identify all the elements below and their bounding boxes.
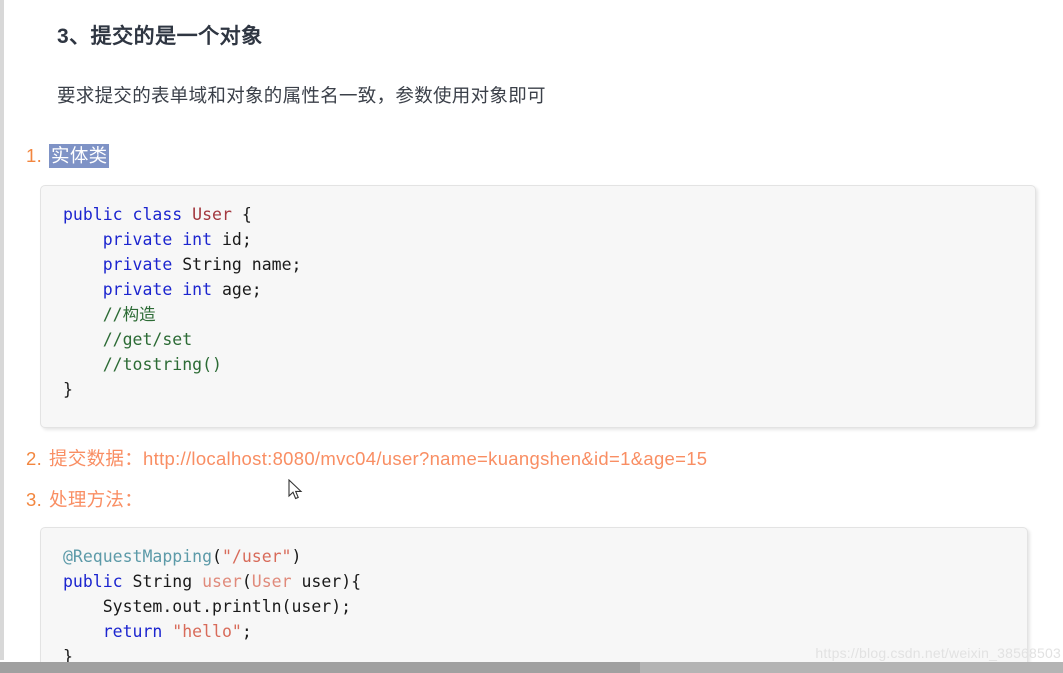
horizontal-scrollbar-thumb[interactable]: [0, 662, 640, 673]
list-marker-1: 1.: [26, 145, 43, 166]
list-marker-2: 2.: [26, 448, 43, 469]
handler-method-label: 处理方法：: [49, 489, 144, 510]
request-url-link[interactable]: http://localhost:8080/mvc04/user?name=ku…: [143, 448, 707, 469]
list-item-1: 1. 实体类: [26, 142, 110, 168]
watermark-text: https://blog.csdn.net/weixin_38568503: [815, 645, 1061, 661]
submit-data-label: 提交数据：: [49, 448, 144, 469]
list-marker-3: 3.: [26, 489, 43, 510]
mouse-cursor-icon: [288, 479, 303, 500]
horizontal-scrollbar[interactable]: [0, 662, 1063, 673]
code-block-entity-class-inner: public class User { private int id; priv…: [41, 186, 1035, 414]
list-item-3: 3. 处理方法：: [26, 486, 143, 512]
page-title: 3、提交的是一个对象: [57, 25, 263, 48]
page-root: 3、提交的是一个对象 要求提交的表单域和对象的属性名一致，参数使用对象即可 1.…: [0, 0, 1063, 673]
intro-paragraph: 要求提交的表单域和对象的属性名一致，参数使用对象即可: [57, 85, 546, 106]
code-text-entity-class: public class User { private int id; priv…: [63, 205, 302, 399]
selected-text-entity-class[interactable]: 实体类: [49, 144, 110, 168]
code-block-entity-class[interactable]: public class User { private int id; priv…: [40, 185, 1036, 428]
list-item-2: 2. 提交数据：http://localhost:8080/mvc04/user?…: [26, 445, 707, 471]
page-left-edge: [0, 0, 4, 660]
